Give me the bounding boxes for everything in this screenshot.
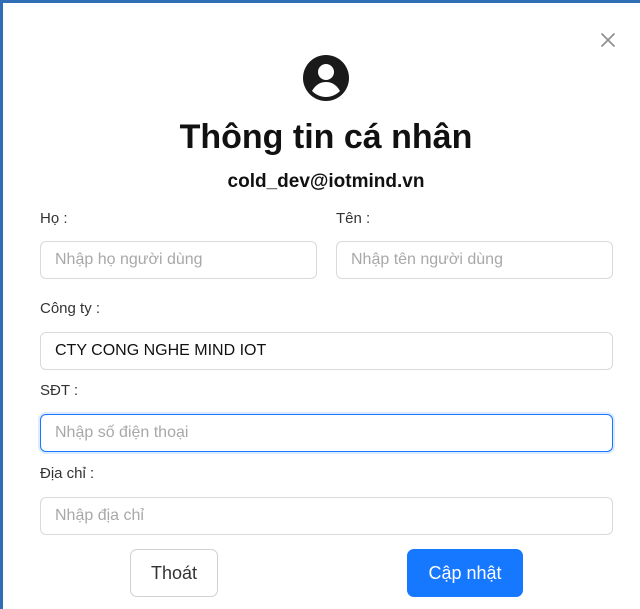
page-title: Thông tin cá nhân xyxy=(179,118,473,156)
first-name-input[interactable] xyxy=(336,241,613,279)
user-email: cold_dev@iotmind.vn xyxy=(227,171,425,192)
phone-label: SĐT : xyxy=(40,382,79,399)
address-input[interactable] xyxy=(40,497,613,535)
company-input[interactable] xyxy=(40,332,613,370)
window-frame-left xyxy=(0,0,3,609)
update-button[interactable]: Cập nhật xyxy=(407,549,523,597)
profile-modal: Thông tin cá nhân cold_dev@iotmind.vn Họ… xyxy=(12,8,640,609)
window-frame-top xyxy=(0,0,640,3)
last-name-label: Họ : xyxy=(40,210,68,227)
phone-input[interactable] xyxy=(40,414,613,452)
last-name-input[interactable] xyxy=(40,241,317,279)
cancel-button[interactable]: Thoát xyxy=(130,549,218,597)
close-icon[interactable] xyxy=(600,32,616,48)
user-circle-icon xyxy=(302,54,350,102)
company-label: Công ty : xyxy=(40,300,101,317)
first-name-label: Tên : xyxy=(336,210,371,227)
address-label: Địa chỉ : xyxy=(40,465,95,482)
